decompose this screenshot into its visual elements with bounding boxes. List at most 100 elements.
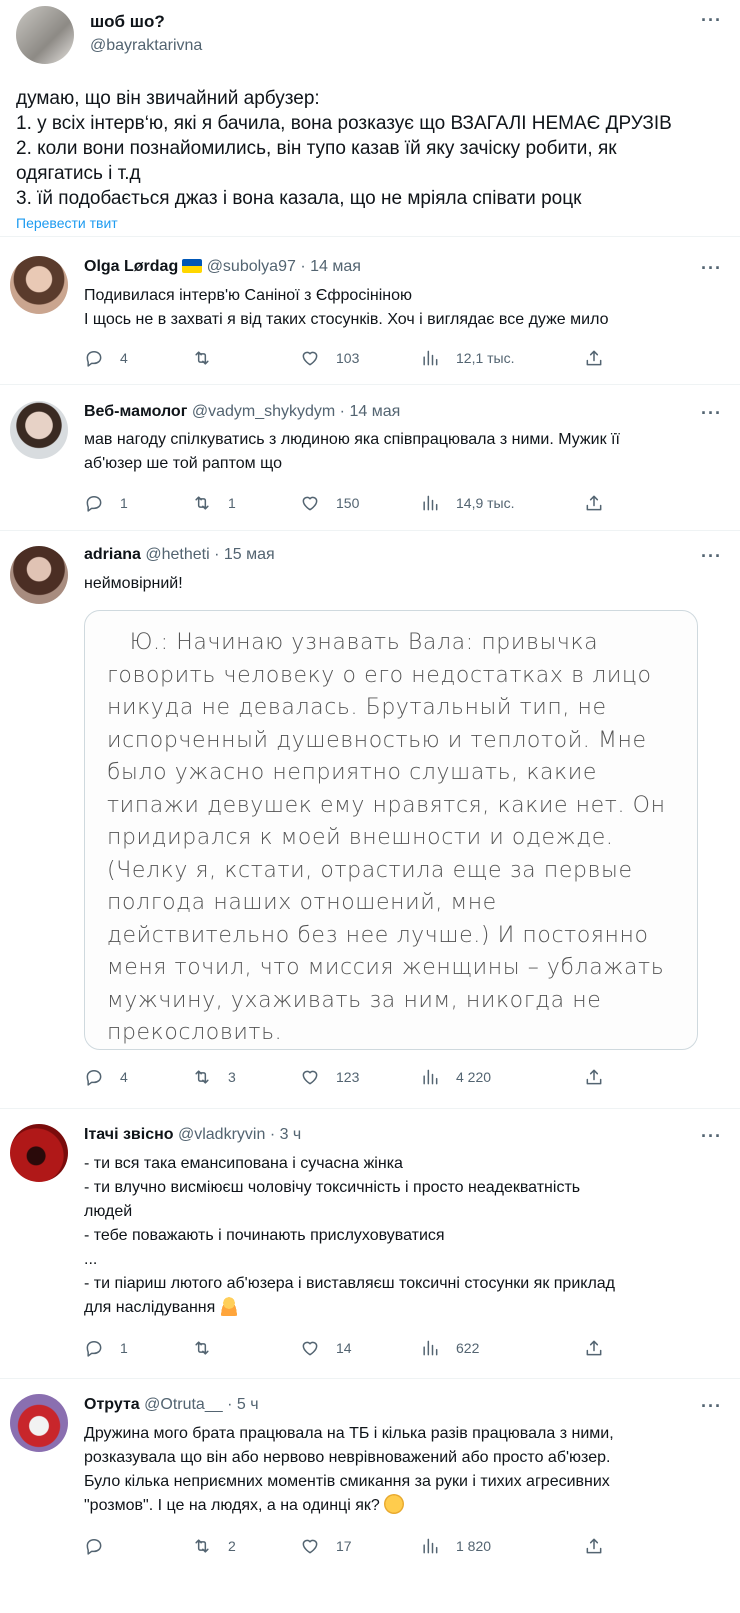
- reply-line: неймовірний!: [84, 575, 183, 592]
- author-handle[interactable]: @bayraktarivna: [90, 37, 202, 55]
- views-button[interactable]: 14,9 тыс.: [420, 491, 515, 515]
- reply-button[interactable]: 1: [84, 491, 128, 515]
- heart-icon: [302, 496, 318, 511]
- like-button[interactable]: 103: [300, 346, 359, 370]
- share-button[interactable]: [584, 1065, 604, 1089]
- face-with-rolling-eyes-emoji-icon: [383, 1494, 404, 1514]
- author-name[interactable]: Ітачі звісно: [84, 1126, 174, 1143]
- image-text: Ю.: Начинаю узнавать Вала: привычка гово…: [107, 627, 691, 1050]
- retweet-icon: [195, 496, 209, 510]
- image-text-line: типажи девушек ему нравятся, какие нет. …: [107, 792, 666, 818]
- tweet-date[interactable]: · 5 ч: [227, 1396, 258, 1413]
- tweet-date[interactable]: · 14 мая: [340, 403, 401, 420]
- avatar[interactable]: [10, 256, 68, 314]
- attached-image[interactable]: Ю.: Начинаю узнавать Вала: привычка гово…: [84, 610, 698, 1050]
- reply-line: - тебе поважають і починають прислуховув…: [84, 1227, 445, 1244]
- tweet-date[interactable]: · 14 мая: [300, 258, 361, 275]
- views-button[interactable]: 4 220: [420, 1065, 491, 1089]
- image-text-line: мужчину, ухаживать за ним, никогда не: [107, 987, 602, 1013]
- ukraine-flag-icon: [182, 259, 203, 273]
- reply-line: для наслідування: [84, 1296, 724, 1320]
- author-handle[interactable]: @vladkryvin: [178, 1126, 265, 1143]
- retweet-count: 1: [228, 495, 236, 511]
- share-button[interactable]: [584, 346, 604, 370]
- reply-text: - ти вся така емансипована і сучасна жін…: [84, 1152, 724, 1320]
- reply-header: Olga Lørdag @subolya97 · 14 мая: [84, 258, 361, 276]
- more-options-icon[interactable]: ···: [701, 546, 722, 567]
- avatar[interactable]: [10, 546, 68, 604]
- retweet-button[interactable]: 2: [192, 1534, 236, 1558]
- avatar[interactable]: [10, 1394, 68, 1452]
- like-button[interactable]: 17: [300, 1534, 352, 1558]
- share-button[interactable]: [584, 1534, 604, 1558]
- retweet-button[interactable]: [192, 1336, 228, 1360]
- tweet-date[interactable]: · 3 ч: [270, 1126, 301, 1143]
- author-name[interactable]: Olga Lørdag: [84, 258, 178, 275]
- image-text-line: говорить человеку о его недостатках в ли…: [107, 662, 652, 688]
- tweet-text: думаю, що він звичайний арбузер: 1. у вс…: [16, 86, 732, 211]
- avatar[interactable]: [16, 6, 74, 64]
- reply-button[interactable]: 4: [84, 1065, 128, 1089]
- author-handle[interactable]: @Otruta__: [144, 1396, 223, 1413]
- image-text-line: действительно без нее лучше.) И постоянн…: [107, 922, 649, 948]
- share-button[interactable]: [584, 1336, 604, 1360]
- author-name[interactable]: Отрута: [84, 1396, 140, 1413]
- reply-button[interactable]: 1: [84, 1336, 128, 1360]
- image-text-line: придирался к моей внешности и одежде.: [107, 825, 614, 850]
- share-button[interactable]: [584, 491, 604, 515]
- tweet-date[interactable]: · 15 мая: [214, 546, 275, 563]
- reply-line: розказувала що він або нервово неврівнов…: [84, 1449, 611, 1466]
- retweet-count: 2: [228, 1538, 236, 1554]
- reply-line: І щось не в захваті я від таких стосункі…: [84, 311, 609, 328]
- retweet-count: 3: [228, 1069, 236, 1085]
- author-name[interactable]: Веб-мамолог: [84, 403, 187, 420]
- author-name[interactable]: шоб шо?: [90, 12, 165, 32]
- reply-text: неймовірний!: [84, 572, 724, 596]
- views-button[interactable]: 12,1 тыс.: [420, 346, 515, 370]
- retweet-button[interactable]: 1: [192, 491, 236, 515]
- like-button[interactable]: 150: [300, 491, 359, 515]
- reply-icon: [86, 1341, 102, 1357]
- like-button[interactable]: 123: [300, 1065, 359, 1089]
- author-handle[interactable]: @subolya97: [207, 258, 296, 275]
- retweet-button[interactable]: [192, 346, 228, 370]
- like-count: 150: [336, 495, 360, 511]
- more-options-icon[interactable]: ···: [701, 1126, 722, 1147]
- author-handle[interactable]: @hetheti: [145, 546, 209, 563]
- share-icon: [586, 1538, 602, 1554]
- translate-tweet-link[interactable]: Перевести твит: [16, 215, 118, 231]
- retweet-button[interactable]: 3: [192, 1065, 236, 1089]
- tweet-line: думаю, що він звичайний арбузер:: [16, 88, 320, 109]
- reply-line: мав нагоду спілкуватись з людиною яка сп…: [84, 431, 620, 448]
- reply-tweet: Веб-мамолог @vadym_shykydym · 14 мая ···…: [0, 384, 740, 530]
- like-button[interactable]: 14: [300, 1336, 352, 1360]
- author-name[interactable]: adriana: [84, 546, 141, 563]
- views-button[interactable]: 622: [420, 1336, 479, 1360]
- avatar[interactable]: [10, 1124, 68, 1182]
- reply-header: Отрута @Otruta__ · 5 ч: [84, 1396, 259, 1414]
- action-bar: 4 3 123 4 220: [84, 1065, 704, 1089]
- retweet-icon: [195, 1539, 209, 1553]
- reply-icon: [86, 1539, 102, 1555]
- person-shrugging-emoji-icon: [219, 1296, 240, 1316]
- image-text-line: испорченный душевностью и теплотой. Мне: [107, 727, 647, 753]
- retweet-icon: [195, 1070, 209, 1084]
- views-chart-icon: [423, 495, 438, 511]
- avatar[interactable]: [10, 401, 68, 459]
- reply-button[interactable]: 4: [84, 346, 128, 370]
- more-options-icon[interactable]: ···: [701, 1396, 722, 1417]
- view-count: 14,9 тыс.: [456, 495, 515, 511]
- reply-line: Подивилася інтерв'ю Саніної з Єфросініно…: [84, 287, 413, 304]
- share-icon: [586, 495, 602, 511]
- views-button[interactable]: 1 820: [420, 1534, 491, 1558]
- author-handle[interactable]: @vadym_shykydym: [192, 403, 335, 420]
- retweet-icon: [195, 351, 209, 365]
- more-options-icon[interactable]: ···: [701, 403, 722, 424]
- more-options-icon[interactable]: ···: [701, 10, 722, 31]
- views-chart-icon: [423, 1069, 438, 1085]
- more-options-icon[interactable]: ···: [701, 258, 722, 279]
- action-bar: 1 14 622: [84, 1336, 704, 1360]
- share-icon: [586, 1069, 602, 1085]
- action-bar: 2 17 1 820: [84, 1534, 704, 1558]
- reply-button[interactable]: [84, 1534, 120, 1558]
